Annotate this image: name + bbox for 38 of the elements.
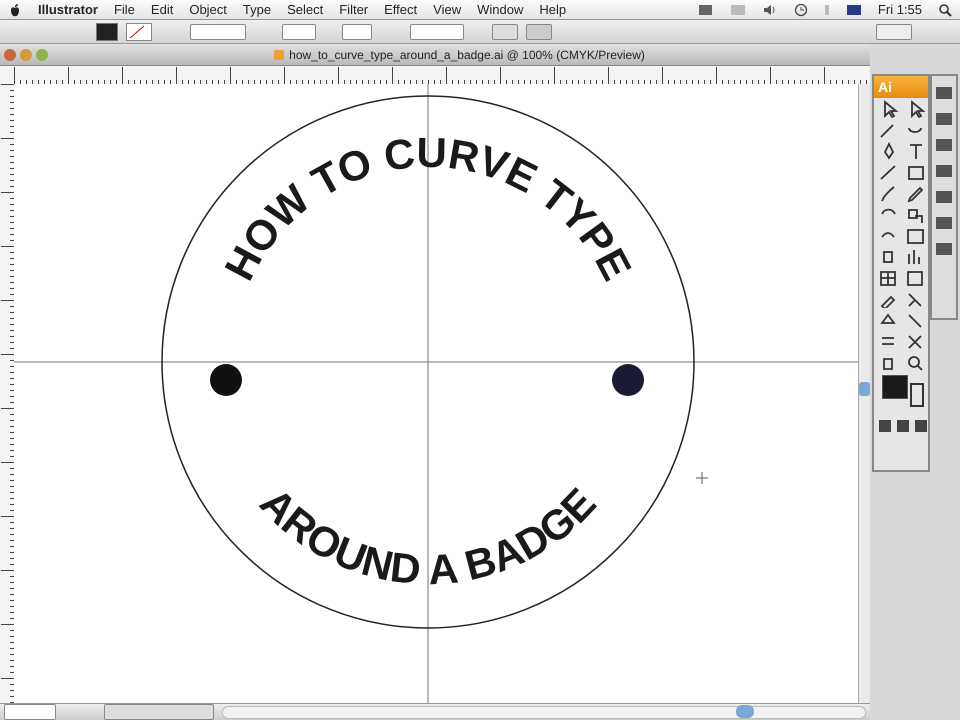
stroke-weight-field[interactable] [190, 24, 246, 40]
clock-icon[interactable] [794, 2, 808, 16]
bullet-dot [210, 364, 242, 396]
scrollbar-thumb[interactable] [736, 705, 754, 718]
menu-item[interactable]: Type [242, 0, 272, 20]
crosshair-cursor-icon [696, 472, 708, 484]
brush-field[interactable] [282, 24, 316, 40]
menu-item[interactable]: Filter [339, 0, 368, 20]
transform-dropdown[interactable] [526, 24, 552, 40]
menu-item[interactable]: View [433, 0, 462, 20]
panel-menu-button[interactable] [876, 24, 912, 40]
search-icon[interactable] [938, 2, 952, 16]
bullet-dot [612, 364, 644, 396]
menu-item[interactable]: Object [189, 0, 227, 20]
menu-item[interactable]: Window [477, 0, 524, 20]
artboard-navigator[interactable] [104, 704, 214, 720]
style-dropdown[interactable] [492, 24, 518, 40]
style-field[interactable] [342, 24, 372, 40]
toolbox-logo: Ai [878, 78, 892, 96]
apple-logo-icon [8, 2, 22, 18]
close-button[interactable] [4, 48, 16, 60]
document-icon [273, 48, 286, 60]
window-title: how_to_curve_type_around_a_badge.ai @ 100% (CMYK/Preview) [289, 46, 645, 64]
menu-clock[interactable]: Fri 1:55 [878, 0, 922, 20]
opacity-field[interactable] [410, 24, 464, 40]
app-menu[interactable]: Illustrator [38, 0, 98, 20]
stroke-swatch-icon[interactable] [126, 22, 152, 40]
stroke-color-swatch[interactable] [910, 383, 924, 407]
fill-color-swatch[interactable] [882, 375, 908, 399]
menu-item[interactable]: Edit [150, 0, 174, 20]
menu-item[interactable]: Help [539, 0, 566, 20]
fill-swatch[interactable] [96, 22, 118, 40]
menu-item[interactable]: Effect [384, 0, 418, 20]
menu-item[interactable]: Select [287, 0, 324, 20]
menu-item[interactable]: File [114, 0, 135, 20]
scrollbar-thumb[interactable] [859, 382, 870, 396]
zoom-field[interactable] [4, 704, 56, 720]
horizontal-scrollbar[interactable] [222, 706, 866, 718]
